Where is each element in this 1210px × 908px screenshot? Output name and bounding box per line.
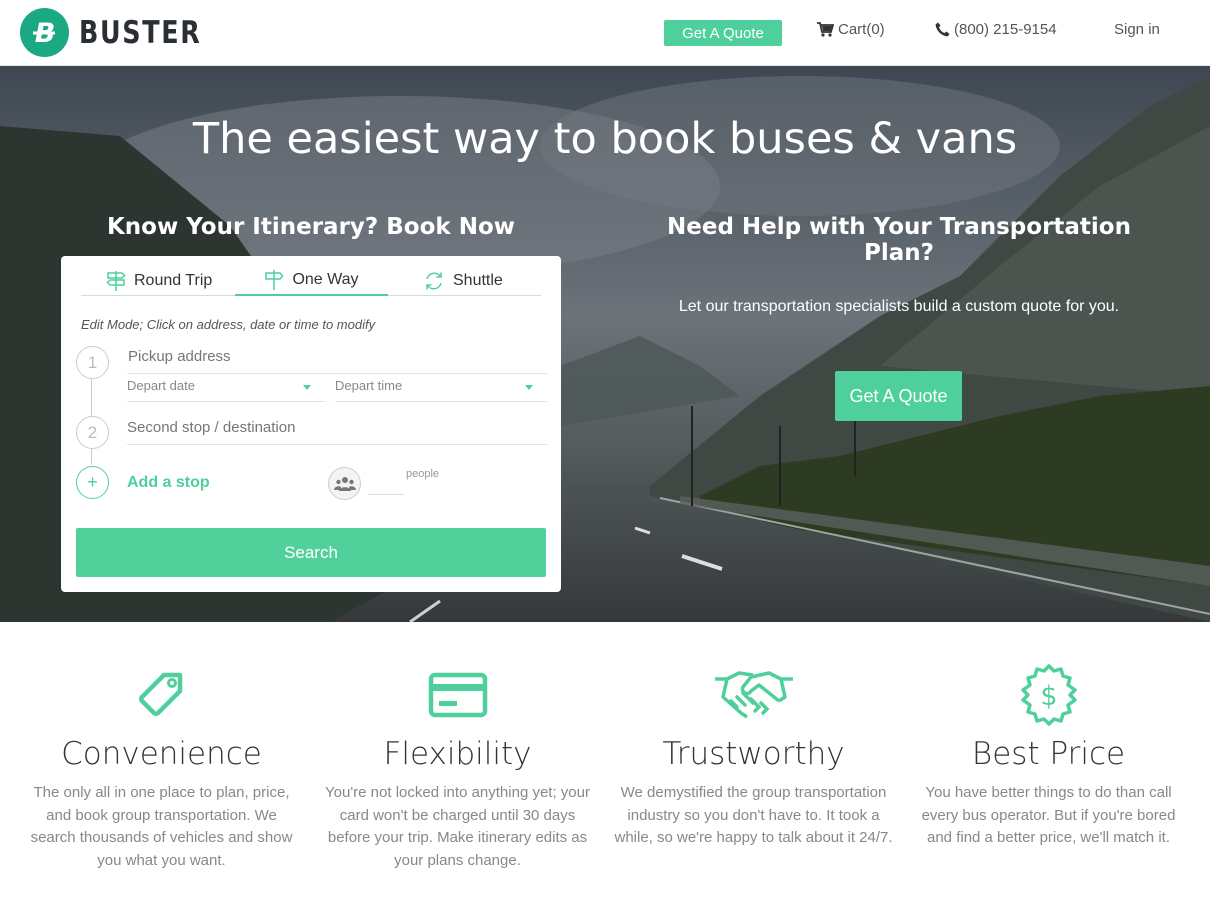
tab-one-way[interactable]: One Way bbox=[235, 266, 388, 296]
header-get-quote-button[interactable]: Get A Quote bbox=[664, 20, 782, 46]
book-now-heading: Know Your Itinerary? Book Now bbox=[106, 214, 515, 240]
trip-type-tabs: Round Trip One Way Shuttle bbox=[81, 266, 541, 296]
add-stop-icon[interactable]: + bbox=[76, 466, 109, 499]
signpost-icon bbox=[265, 270, 284, 290]
tab-shuttle[interactable]: Shuttle bbox=[423, 266, 503, 296]
people-count-input[interactable] bbox=[368, 480, 404, 495]
help-subtext: Let our transportation specialists build… bbox=[678, 298, 1120, 315]
feature-description: We demystified the group transportation … bbox=[614, 784, 893, 846]
feature-description: The only all in one place to plan, price… bbox=[30, 784, 293, 869]
second-stop-input[interactable]: Second stop / destination bbox=[127, 419, 547, 445]
depart-date-select[interactable]: Depart date bbox=[127, 378, 325, 402]
signpost-icon bbox=[106, 271, 126, 291]
refresh-icon bbox=[426, 272, 442, 290]
depart-time-placeholder: Depart time bbox=[335, 378, 403, 393]
brand-logo[interactable]: B BUSTER bbox=[20, 8, 228, 57]
feature-flexibility: Flexibility You're not locked into anyth… bbox=[310, 660, 605, 872]
sign-in-link[interactable]: Sign in bbox=[1114, 21, 1160, 38]
booking-form: Round Trip One Way Shuttle Edit Mode; Cl… bbox=[61, 256, 561, 592]
tag-icon bbox=[14, 660, 309, 730]
feature-trustworthy: Trustworthy We demystified the group tra… bbox=[606, 660, 901, 850]
feature-title: Best Price bbox=[971, 736, 1126, 772]
site-header: B BUSTER Get A Quote Cart(0) (800) 215-9… bbox=[0, 0, 1210, 66]
tab-round-trip-label: Round Trip bbox=[134, 272, 213, 289]
phone-link[interactable]: (800) 215-9154 bbox=[935, 21, 1057, 38]
chevron-down-icon bbox=[525, 385, 533, 390]
tab-shuttle-label: Shuttle bbox=[453, 272, 503, 289]
phone-label: (800) 215-9154 bbox=[954, 21, 1057, 38]
search-button[interactable]: Search bbox=[76, 528, 546, 577]
credit-card-icon bbox=[310, 660, 605, 730]
hero-get-quote-button[interactable]: Get A Quote bbox=[835, 371, 962, 421]
feature-title: Trustworthy bbox=[662, 736, 845, 772]
feature-title: Convenience bbox=[61, 736, 262, 772]
add-stop-link[interactable]: Add a stop bbox=[127, 474, 210, 492]
pickup-address-input[interactable]: Pickup address bbox=[127, 348, 547, 374]
handshake-icon bbox=[606, 660, 901, 730]
cart-icon bbox=[817, 22, 834, 37]
logo-icon: B bbox=[20, 8, 69, 57]
help-heading: Need Help with Your Transportation Plan? bbox=[667, 214, 1131, 266]
step-2-badge: 2 bbox=[76, 416, 109, 449]
feature-convenience: Convenience The only all in one place to… bbox=[14, 660, 309, 872]
depart-date-placeholder: Depart date bbox=[127, 378, 195, 393]
hero-title: The easiest way to book buses & vans bbox=[192, 114, 1018, 164]
hero-section: The easiest way to book buses & vans Kno… bbox=[0, 66, 1210, 622]
feature-title: Flexibility bbox=[383, 736, 532, 772]
svg-text:$: $ bbox=[1040, 681, 1057, 712]
feature-best-price: $ Best Price You have better things to d… bbox=[901, 660, 1196, 850]
cart-label: Cart(0) bbox=[838, 21, 885, 38]
tab-one-way-label: One Way bbox=[292, 271, 359, 288]
feature-description: You're not locked into anything yet; you… bbox=[325, 784, 590, 869]
phone-icon bbox=[935, 22, 950, 37]
people-icon bbox=[328, 467, 361, 500]
feature-description: You have better things to do than call e… bbox=[921, 784, 1176, 846]
depart-time-select[interactable]: Depart time bbox=[335, 378, 547, 402]
edit-mode-note: Edit Mode; Click on address, date or tim… bbox=[81, 317, 376, 332]
step-1-badge: 1 bbox=[76, 346, 109, 379]
chevron-down-icon bbox=[303, 385, 311, 390]
tab-round-trip[interactable]: Round Trip bbox=[106, 266, 212, 296]
brand-name: BUSTER bbox=[79, 14, 202, 51]
cart-link[interactable]: Cart(0) bbox=[817, 21, 885, 38]
people-label: people bbox=[406, 468, 440, 480]
dollar-badge-icon: $ bbox=[901, 660, 1196, 730]
